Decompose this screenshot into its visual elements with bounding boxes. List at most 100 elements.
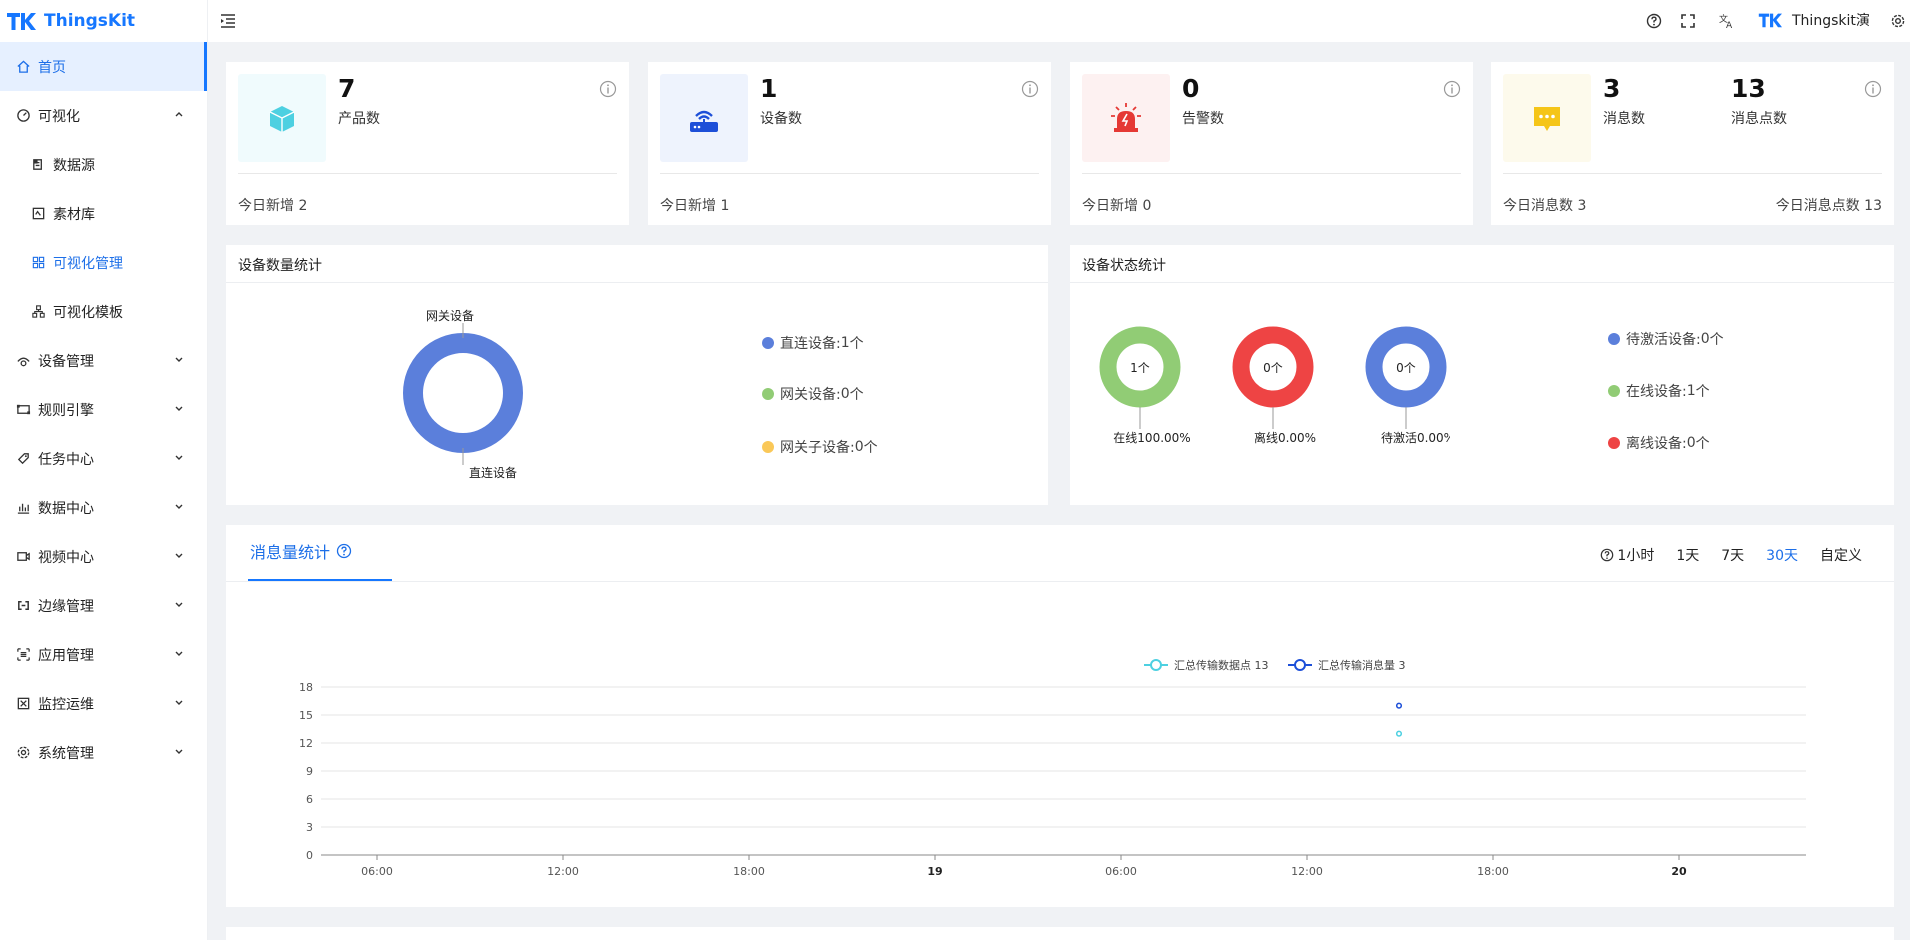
monitor-icon — [15, 696, 31, 712]
user-menu[interactable]: Thingskit演 — [1758, 10, 1870, 30]
legend-item[interactable]: 网关设备: 0 个 — [762, 384, 864, 404]
settings-gear-icon[interactable] — [1888, 11, 1908, 31]
chevron-down-icon — [173, 402, 187, 416]
info-icon[interactable] — [1864, 80, 1882, 98]
device-count-panel: 设备数量统计 网关设备 直连设备 直连设备: 1 个 网关设备: 0 个 网关子设备: 0… — [226, 245, 1048, 505]
tab-label: 消息量统计 — [250, 543, 331, 562]
device-status-rings: 1个在线100.00% 0个离线0.00% 0个待激活0.00% — [1099, 326, 1450, 445]
range-label: 1小时 — [1617, 548, 1655, 564]
legend-marker — [1294, 659, 1306, 671]
x-tick-label: 18:00 — [1477, 865, 1509, 878]
ring-center-label: 0个 — [1263, 361, 1283, 375]
legend-unit: 个 — [849, 336, 864, 352]
sidebar-item-9[interactable]: 数据中心 — [0, 483, 207, 532]
stat-value: 7 — [338, 74, 356, 103]
legend-label: 网关设备: — [780, 387, 841, 403]
sidebar-item-6[interactable]: 设备管理 — [0, 336, 207, 385]
help-icon[interactable] — [1644, 11, 1664, 31]
app-name: ThingsKit — [44, 11, 136, 31]
ring-caption: 在线100.00% — [1113, 431, 1190, 445]
fullscreen-icon[interactable] — [1678, 11, 1698, 31]
x-tick-label: 18:00 — [733, 865, 765, 878]
info-icon[interactable] — [1443, 80, 1461, 98]
y-tick-label: 12 — [299, 737, 313, 750]
legend-text: 汇总传输数据点 13 — [1174, 658, 1269, 672]
legend-label: 网关子设备: — [780, 440, 855, 456]
settings-icon — [15, 745, 31, 761]
edge-icon — [15, 598, 31, 614]
device-status-panel: 设备状态统计 1个 在线100.00% 0个 离线0.00% 0个 待激活0.00% … — [1070, 245, 1894, 505]
sidebar-item-13[interactable]: 监控运维 — [0, 679, 207, 728]
sidebar-item-label: 应用管理 — [38, 647, 94, 664]
divider — [226, 282, 1048, 283]
range-option-3[interactable]: 30天 — [1766, 545, 1798, 565]
chart-icon — [15, 500, 31, 516]
y-tick-label: 9 — [306, 765, 313, 778]
legend-item[interactable]: 在线设备: 1 个 — [1608, 381, 1710, 401]
sidebar-item-12[interactable]: 应用管理 — [0, 630, 207, 679]
svg-text:A: A — [1726, 21, 1733, 29]
y-tick-label: 15 — [299, 709, 313, 722]
sidebar-item-label: 数据中心 — [38, 500, 94, 517]
legend-dot — [762, 337, 774, 349]
device-count-title: 设备数量统计 — [238, 258, 322, 274]
legend-item[interactable]: 直连设备: 1 个 — [762, 333, 864, 353]
sidebar-item-7[interactable]: 规则引擎 — [0, 385, 207, 434]
stat-value: 1 — [760, 74, 778, 103]
sidebar-item-14[interactable]: 系统管理 — [0, 728, 207, 777]
stat-value-2: 13 — [1731, 74, 1766, 103]
legend-item[interactable]: 网关子设备: 0 个 — [762, 437, 878, 457]
tab-message-stats[interactable]: 消息量统计 — [250, 539, 352, 563]
sidebar-item-label: 规则引擎 — [38, 402, 94, 419]
sidebar-item-2[interactable]: 数据源 — [0, 140, 207, 189]
user-avatar-icon — [1758, 13, 1782, 28]
range-option-0[interactable]: 1小时 — [1600, 545, 1654, 565]
home-icon — [15, 59, 31, 75]
stat-footer: 今日消息数 3 — [1503, 198, 1587, 214]
stat-footer-2: 今日消息点数 13 — [1775, 198, 1882, 214]
sidebar-item-5[interactable]: 可视化模板 — [0, 287, 207, 336]
chevron-down-icon — [173, 598, 187, 612]
logo[interactable]: ThingsKit — [0, 0, 207, 42]
legend-dot — [762, 388, 774, 400]
legend-value: 1 — [840, 335, 850, 351]
device-status-title: 设备状态统计 — [1082, 258, 1166, 274]
legend-item[interactable]: 待激活设备: 0 个 — [1608, 329, 1724, 349]
range-option-2[interactable]: 7天 — [1721, 545, 1744, 565]
sidebar-item-label: 可视化管理 — [53, 255, 123, 272]
sidebar-item-8[interactable]: 任务中心 — [0, 434, 207, 483]
sidebar-item-11[interactable]: 边缘管理 — [0, 581, 207, 630]
x-tick-label: 19 — [927, 865, 942, 878]
top-header: 文A Thingskit演 — [208, 0, 1910, 42]
menu-collapse-icon[interactable] — [218, 11, 238, 31]
grid-icon — [30, 255, 46, 271]
legend-unit: 个 — [1695, 436, 1710, 452]
y-tick-label: 18 — [299, 681, 313, 694]
legend-dot — [762, 441, 774, 453]
device-count-donut: 网关设备 直连设备 — [403, 309, 523, 480]
info-icon[interactable] — [1021, 80, 1039, 98]
task-icon — [15, 451, 31, 467]
sidebar-item-1[interactable]: 可视化 — [0, 91, 207, 140]
range-option-4[interactable]: 自定义 — [1820, 545, 1862, 565]
alarm-icon — [1082, 74, 1170, 162]
legend-unit: 个 — [849, 387, 864, 403]
sidebar-item-10[interactable]: 视频中心 — [0, 532, 207, 581]
legend-item[interactable]: 离线设备: 0 个 — [1608, 433, 1710, 453]
legend-value: 1 — [1686, 383, 1696, 399]
sidebar-item-3[interactable]: 素材库 — [0, 189, 207, 238]
legend-dot — [1608, 385, 1620, 397]
y-tick-label: 3 — [306, 821, 313, 834]
range-option-1[interactable]: 1天 — [1676, 545, 1699, 565]
sidebar-item-4[interactable]: 可视化管理 — [0, 238, 207, 287]
info-icon[interactable] — [599, 80, 617, 98]
stat-card-3: 3 消息数 今日消息数 3 13 消息点数 今日消息点数 13 — [1491, 62, 1894, 225]
x-tick-label: 06:00 — [1105, 865, 1137, 878]
chevron-down-icon — [173, 696, 187, 710]
translate-icon[interactable]: 文A — [1716, 11, 1736, 31]
video-icon — [15, 549, 31, 565]
x-tick-label: 06:00 — [361, 865, 393, 878]
legend-text: 汇总传输消息量 3 — [1318, 658, 1406, 672]
help-icon[interactable] — [336, 543, 352, 559]
sidebar-item-0[interactable]: 首页 — [0, 42, 207, 91]
